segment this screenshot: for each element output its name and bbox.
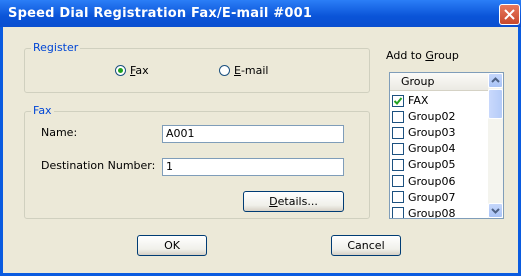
- group-checkbox[interactable]: [392, 142, 404, 155]
- group-checkbox[interactable]: [392, 94, 404, 107]
- check-icon: [393, 96, 403, 105]
- group-checkbox[interactable]: [392, 175, 404, 187]
- group-list-item[interactable]: Group03: [392, 125, 456, 140]
- group-column-header[interactable]: Group: [390, 73, 488, 91]
- group-scrollbar[interactable]: [488, 73, 503, 218]
- group-checkbox[interactable]: [392, 191, 404, 204]
- group-checkbox[interactable]: [392, 110, 404, 123]
- scroll-thumb[interactable]: [488, 89, 503, 119]
- title-bar[interactable]: Speed Dial Registration Fax/E-mail #001: [0, 0, 521, 27]
- email-radio-indicator[interactable]: [219, 65, 230, 76]
- group-checkbox[interactable]: [392, 207, 404, 218]
- group-item-label: Group08: [408, 206, 456, 219]
- cancel-button[interactable]: Cancel: [331, 235, 401, 256]
- dialog-window: Speed Dial Registration Fax/E-mail #001 …: [0, 0, 521, 276]
- destination-number-label: Destination Number:: [41, 159, 156, 172]
- group-item-label: Group04: [408, 142, 456, 156]
- group-list-item[interactable]: FAX: [392, 93, 428, 108]
- details-button[interactable]: Details...: [243, 191, 344, 212]
- fax-radio-label: Fax: [130, 64, 149, 77]
- destination-number-field[interactable]: 1: [162, 158, 344, 176]
- add-to-group-label: Add to Group: [386, 49, 459, 62]
- group-item-label: Group06: [408, 174, 456, 188]
- close-button[interactable]: [499, 4, 520, 25]
- group-checkbox[interactable]: [392, 158, 404, 171]
- scroll-down-button[interactable]: [488, 203, 503, 218]
- name-field[interactable]: A001: [162, 125, 344, 143]
- chevron-up-icon: [491, 77, 500, 83]
- email-radio-label: E-mail: [234, 64, 269, 77]
- group-list-item[interactable]: Group05: [392, 157, 456, 172]
- group-list-item[interactable]: Group04: [392, 141, 456, 156]
- group-item-label: Group03: [408, 126, 456, 140]
- dialog-body: Register Fax E-mail Fax Name: A001 Desti…: [3, 27, 518, 273]
- fax-radio[interactable]: Fax: [115, 64, 149, 77]
- ok-button[interactable]: OK: [137, 235, 207, 256]
- window-title: Speed Dial Registration Fax/E-mail #001: [8, 6, 313, 21]
- group-list-item[interactable]: Group08: [392, 206, 456, 219]
- group-item-label: FAX: [408, 94, 429, 107]
- group-listbox[interactable]: Group FAX Group02 Group03 Group04 Group05 Gro…: [389, 72, 504, 219]
- group-list-item[interactable]: Group07: [392, 190, 456, 205]
- group-item-label: Group02: [408, 110, 456, 124]
- group-item-label: Group05: [408, 158, 456, 172]
- chevron-down-icon: [491, 208, 500, 214]
- group-list-item[interactable]: Group02: [392, 109, 456, 124]
- scroll-up-button[interactable]: [488, 73, 503, 88]
- group-checkbox[interactable]: [392, 126, 404, 139]
- fax-radio-indicator[interactable]: [115, 65, 126, 76]
- email-radio[interactable]: E-mail: [219, 64, 269, 77]
- close-icon: [504, 9, 515, 20]
- register-group-label: Register: [31, 41, 81, 54]
- name-label: Name:: [41, 126, 78, 139]
- group-item-label: Group07: [408, 190, 456, 204]
- group-list-item[interactable]: Group06: [392, 174, 456, 189]
- fax-group-label: Fax: [31, 104, 54, 117]
- register-groupbox: Register: [24, 41, 370, 93]
